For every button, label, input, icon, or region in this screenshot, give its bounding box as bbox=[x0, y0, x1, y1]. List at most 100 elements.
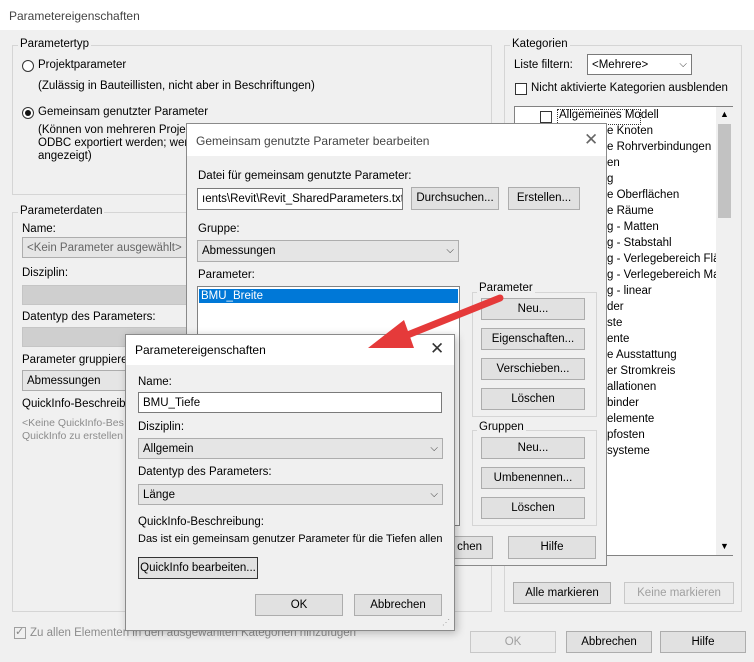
quickinfo-label: QuickInfo-Beschreibu bbox=[22, 398, 132, 410]
main-ok-button: OK bbox=[470, 631, 556, 653]
name-select-value: <Kein Parameter ausgewählt> bbox=[27, 242, 182, 254]
shared-hint-3: angezeigt) bbox=[38, 150, 92, 162]
shared-hint-2: ODBC exportiert werden; werd bbox=[38, 137, 195, 149]
front-name-input[interactable]: BMU_Tiefe bbox=[138, 392, 442, 413]
shared-dialog-title: Gemeinsam genutzte Parameter bearbeiten bbox=[196, 134, 430, 148]
name-select[interactable]: <Kein Parameter ausgewählt> bbox=[22, 237, 187, 258]
filter-select-value: <Mehrere> bbox=[592, 59, 649, 71]
parametertyp-label: Parametertyp bbox=[18, 38, 92, 50]
category-item[interactable]: g - Verlegebereich Flä... bbox=[607, 253, 729, 265]
gruppieren-value: Abmessungen bbox=[27, 375, 101, 387]
projektparameter-hint: (Zulässig in Bauteillisten, nicht aber i… bbox=[38, 80, 315, 92]
category-item[interactable]: g - linear bbox=[607, 285, 652, 297]
front-quickinfo-text: Das ist ein gemeinsam genutzer Parameter… bbox=[138, 533, 443, 545]
chevron-down-icon: ⌵ bbox=[430, 443, 438, 454]
keine-markieren-button: Keine markieren bbox=[624, 582, 734, 604]
category-item[interactable]: e Ausstattung bbox=[607, 349, 677, 361]
category-item[interactable]: ste bbox=[607, 317, 622, 329]
scroll-down-icon[interactable]: ▼ bbox=[720, 541, 729, 551]
category-item[interactable]: systeme bbox=[607, 445, 650, 457]
filter-label: Liste filtern: bbox=[514, 59, 573, 71]
chevron-down-icon: ⌵ bbox=[446, 245, 454, 256]
front-parameter-dialog: Parametereigenschaften ✕ Name: BMU_Tiefe… bbox=[125, 334, 455, 631]
category-item[interactable]: e Knoten bbox=[607, 125, 653, 137]
gruppen-umbenennen-button[interactable]: Umbenennen... bbox=[481, 467, 585, 489]
arrow-shaft bbox=[396, 294, 504, 342]
front-dialog-title: Parametereigenschaften bbox=[135, 343, 266, 357]
category-item[interactable]: e Rohrverbindungen bbox=[607, 141, 711, 153]
chevron-down-icon: ⌵ bbox=[679, 59, 687, 70]
front-datentyp-label: Datentyp des Parameters: bbox=[138, 466, 272, 478]
name-label: Name: bbox=[22, 223, 56, 235]
category-item[interactable]: allationen bbox=[607, 381, 656, 393]
gruppen-neu-button[interactable]: Neu... bbox=[481, 437, 585, 459]
projektparameter-radio[interactable] bbox=[22, 60, 34, 72]
category-item[interactable]: ente bbox=[607, 333, 629, 345]
category-item[interactable]: e Räume bbox=[607, 205, 654, 217]
front-abbrechen-button[interactable]: Abbrechen bbox=[354, 594, 442, 616]
quickinfo-text-1: <Keine QuickInfo-Bes bbox=[22, 417, 124, 429]
main-abbrechen-button[interactable]: Abbrechen bbox=[566, 631, 652, 653]
category-item[interactable]: Allgemeines Modell bbox=[559, 109, 659, 121]
front-name-label: Name: bbox=[138, 376, 172, 388]
front-disziplin-select[interactable]: Allgemein ⌵ bbox=[138, 438, 443, 459]
resize-grip-icon[interactable]: ⋰ bbox=[442, 618, 450, 627]
erstellen-button[interactable]: Erstellen... bbox=[508, 187, 580, 210]
disziplin-select bbox=[22, 285, 187, 305]
category-item[interactable]: g - Stabstahl bbox=[607, 237, 672, 249]
category-item[interactable]: g - Verlegebereich Mat... bbox=[607, 269, 732, 281]
front-ok-button[interactable]: OK bbox=[255, 594, 343, 616]
category-item[interactable]: e Oberflächen bbox=[607, 189, 679, 201]
category-checkbox[interactable] bbox=[540, 111, 552, 123]
gruppieren-label: Parameter gruppieren bbox=[22, 354, 134, 366]
shared-title-bar: Gemeinsam genutzte Parameter bearbeiten … bbox=[187, 124, 606, 156]
gruppe-label: Gruppe: bbox=[198, 223, 240, 235]
param-verschieben-button[interactable]: Verschieben... bbox=[481, 358, 585, 380]
category-item[interactable]: binder bbox=[607, 397, 639, 409]
hide-categories-label[interactable]: Nicht aktivierte Kategorien ausblenden bbox=[531, 82, 728, 94]
quickinfo-text-2: QuickInfo zu erstellen bbox=[22, 430, 123, 442]
scroll-thumb[interactable] bbox=[718, 124, 731, 218]
arrow-head bbox=[368, 320, 414, 348]
apply-all-checkbox: ✓ bbox=[14, 626, 26, 639]
projektparameter-label[interactable]: Projektparameter bbox=[38, 59, 126, 71]
category-item[interactable]: en bbox=[607, 157, 620, 169]
parameter-label: Parameter: bbox=[198, 269, 255, 281]
tree-scrollbar[interactable]: ▲ ▼ bbox=[716, 107, 733, 555]
main-hilfe-button[interactable]: Hilfe bbox=[660, 631, 746, 653]
shared-parameter-radio[interactable] bbox=[22, 107, 34, 119]
red-arrow-annotation bbox=[368, 294, 504, 348]
main-title-bar: Parametereigenschaften bbox=[0, 0, 754, 30]
hide-categories-checkbox[interactable] bbox=[515, 83, 527, 95]
param-loeschen-button[interactable]: Löschen bbox=[481, 388, 585, 410]
gruppen-group-label: Gruppen bbox=[477, 421, 526, 433]
shared-hilfe-button[interactable]: Hilfe bbox=[508, 536, 596, 559]
category-item[interactable]: der bbox=[607, 301, 624, 313]
front-quickinfo-label: QuickInfo-Beschreibung: bbox=[138, 516, 264, 528]
close-icon[interactable]: ✕ bbox=[584, 132, 598, 149]
filter-select[interactable]: <Mehrere> ⌵ bbox=[587, 54, 692, 75]
category-item[interactable]: g - Matten bbox=[607, 221, 659, 233]
kategorien-label: Kategorien bbox=[510, 38, 570, 50]
category-item[interactable]: er Stromkreis bbox=[607, 365, 675, 377]
gruppen-loeschen-button[interactable]: Löschen bbox=[481, 497, 585, 519]
disziplin-label: Disziplin: bbox=[22, 267, 69, 279]
shared-hint-1: (Können von mehreren Projekt bbox=[38, 124, 195, 136]
front-disziplin-label: Disziplin: bbox=[138, 421, 185, 433]
alle-markieren-button[interactable]: Alle markieren bbox=[513, 582, 611, 604]
durchsuchen-button[interactable]: Durchsuchen... bbox=[411, 187, 499, 210]
chevron-down-icon: ⌵ bbox=[430, 489, 438, 500]
parameterdaten-label: Parameterdaten bbox=[18, 205, 105, 217]
front-datentyp-select[interactable]: Länge ⌵ bbox=[138, 484, 443, 505]
category-item[interactable]: elemente bbox=[607, 413, 654, 425]
check-icon: ✓ bbox=[15, 626, 25, 638]
file-path-input[interactable]: ıents\Revit\Revit_SharedParameters.txt bbox=[197, 188, 403, 210]
scroll-up-icon[interactable]: ▲ bbox=[720, 109, 729, 119]
category-item[interactable]: pfosten bbox=[607, 429, 645, 441]
category-item[interactable]: g bbox=[607, 173, 613, 185]
quickinfo-bearbeiten-button[interactable]: QuickInfo bearbeiten... bbox=[138, 557, 258, 579]
gruppe-select[interactable]: Abmessungen ⌵ bbox=[197, 240, 459, 262]
shared-parameter-label[interactable]: Gemeinsam genutzter Parameter bbox=[38, 106, 208, 118]
datentyp-label: Datentyp des Parameters: bbox=[22, 311, 156, 323]
main-dialog-title: Parametereigenschaften bbox=[9, 9, 140, 23]
